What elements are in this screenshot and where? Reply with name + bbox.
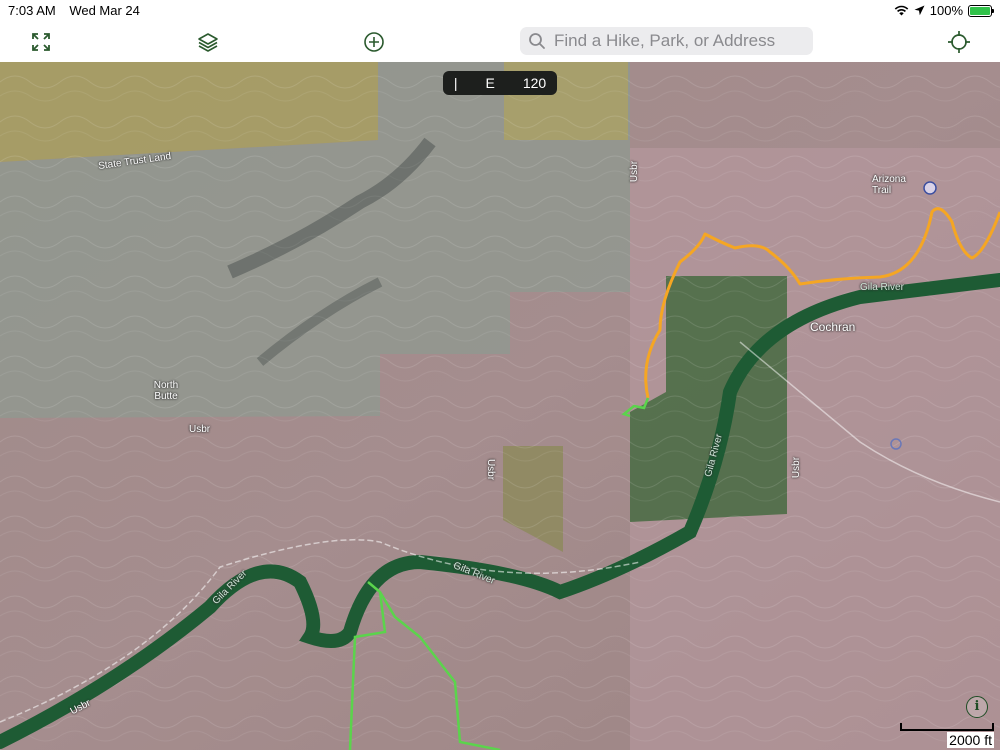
map-label-usbr-top: Usbr <box>629 160 641 183</box>
map-label-gila-river-1: Gila River <box>860 282 904 293</box>
trail-marker-icon[interactable] <box>923 181 937 195</box>
battery-icon <box>968 4 994 17</box>
info-button[interactable]: i <box>966 696 988 718</box>
toolbar <box>0 22 1000 62</box>
search-bar[interactable] <box>520 27 813 55</box>
map-label-cochran: Cochran <box>810 320 856 334</box>
map-view[interactable]: | E 120 State Trust Land Usbr Usbr Usbr … <box>0 62 1000 750</box>
compass-degrees: 120 <box>522 75 547 91</box>
battery-percent: 100% <box>929 3 963 18</box>
status-time: 7:03 AM <box>8 3 56 18</box>
search-input[interactable] <box>552 30 806 52</box>
layers-icon <box>198 33 218 52</box>
scale-label: 2000 ft <box>947 732 994 748</box>
compass-tick: | <box>453 75 458 91</box>
wifi-icon <box>894 5 909 16</box>
map-label-usbr-mid: Usbr <box>485 458 497 481</box>
layers-button[interactable] <box>193 28 223 56</box>
map-label-north-butte: North Butte <box>153 380 179 402</box>
status-date: Wed Mar 24 <box>69 3 140 18</box>
plus-circle-icon <box>364 32 384 52</box>
status-left: 7:03 AM Wed Mar 24 <box>8 3 150 18</box>
map-label-arizona-trail: Arizona Trail <box>872 174 906 196</box>
scale-bar-line <box>900 723 994 731</box>
compass-heading-letter: E <box>485 75 495 91</box>
status-right: 100% <box>894 3 994 18</box>
status-bar: 7:03 AM Wed Mar 24 100% <box>0 0 1000 22</box>
add-button[interactable] <box>359 28 389 56</box>
compass-heading[interactable]: | E 120 <box>443 71 557 95</box>
search-icon <box>529 33 545 49</box>
expand-button[interactable] <box>26 28 56 56</box>
crosshair-icon <box>948 31 970 53</box>
map-canvas[interactable] <box>0 62 1000 750</box>
map-label-usbr-left: Usbr <box>189 424 211 435</box>
locate-me-button[interactable] <box>944 28 974 56</box>
scale-bar: 2000 ft <box>900 723 994 748</box>
expand-icon <box>32 33 50 51</box>
map-label-usbr-right: Usbr <box>791 456 803 479</box>
location-arrow-icon <box>914 5 925 16</box>
